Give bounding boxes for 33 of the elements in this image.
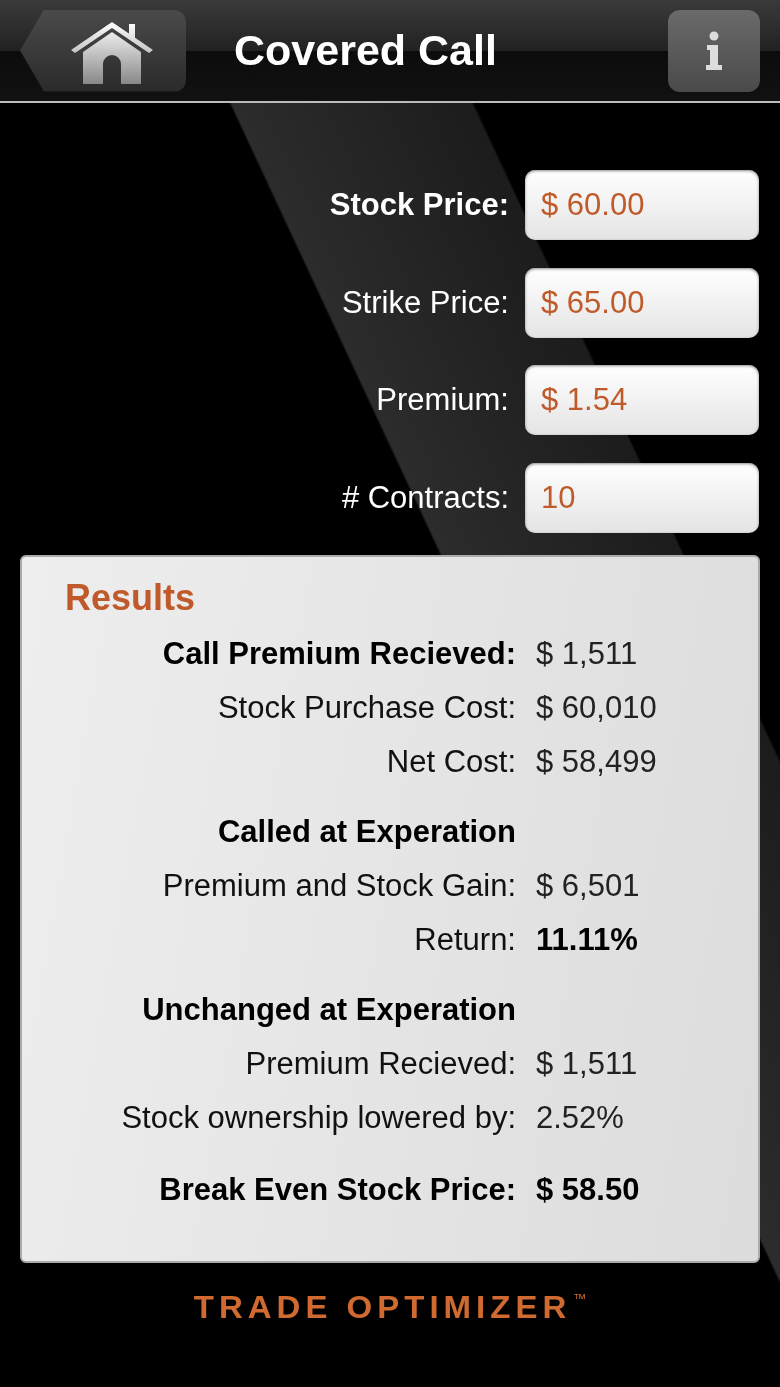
brand-logo: TRADE OPTIMIZER [193, 1289, 572, 1327]
field-label: # Contracts: [341, 479, 509, 516]
info-icon [704, 30, 724, 71]
section-heading: Called at Experation [216, 813, 516, 851]
info-button[interactable] [668, 9, 760, 92]
input-field[interactable]: 10 [525, 462, 759, 533]
field-label: Strike Price: [341, 284, 509, 321]
input-field[interactable]: $ 1.54 [525, 365, 759, 436]
field-label: Premium: [376, 382, 509, 419]
result-label: Stock Purchase Cost: [216, 689, 516, 727]
result-value: $ 60,010 [536, 689, 658, 727]
result-label: Stock ownership lowered by: [120, 1099, 516, 1137]
result-value: $ 58,499 [536, 743, 658, 781]
input-field[interactable]: $ 60.00 [525, 170, 759, 241]
input-field[interactable]: $ 65.00 [525, 267, 759, 338]
result-value: $ 58.50 [536, 1171, 641, 1209]
screen-title: Covered Call [234, 26, 498, 75]
result-label: Premium and Stock Gain: [161, 867, 516, 905]
result-label: Call Premium Recieved: [161, 635, 516, 673]
field-label: Stock Price: [329, 187, 509, 224]
section-heading: Unchanged at Experation [141, 991, 516, 1029]
result-value: $ 6,501 [536, 867, 641, 905]
result-label: Net Cost: [385, 743, 516, 781]
result-label: Premium Recieved: [244, 1045, 516, 1083]
home-button[interactable] [20, 9, 186, 92]
result-value: $ 1,511 [536, 635, 639, 673]
result-value: 11.11% [536, 921, 639, 959]
trademark-sign: ™ [573, 1291, 587, 1306]
results-title: Results [65, 577, 197, 619]
result-label: Break Even Stock Price: [158, 1171, 516, 1209]
result-value: $ 1,511 [536, 1045, 639, 1083]
result-value: 2.52% [536, 1099, 625, 1137]
result-label: Return: [413, 921, 516, 959]
